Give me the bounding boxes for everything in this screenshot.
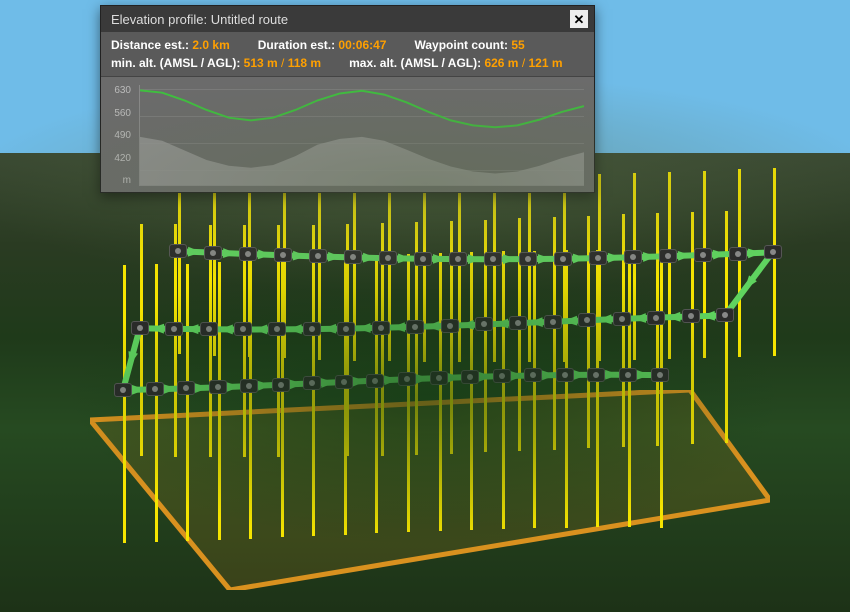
stat-duration: Duration est.: 00:06:47 [258,38,387,52]
panel-stats: Distance est.: 2.0 km Duration est.: 00:… [101,32,594,77]
stat-distance: Distance est.: 2.0 km [111,38,230,52]
stat-min-alt: min. alt. (AMSL / AGL): 513 m / 118 m [111,56,321,70]
map-3d-viewport[interactable]: Elevation profile: Untitled route ✕ Dist… [0,0,850,612]
elevation-chart: 630560490420m [101,77,594,192]
elevation-profile-panel[interactable]: Elevation profile: Untitled route ✕ Dist… [100,5,595,193]
flight-path [0,0,850,612]
chart-plot [139,85,584,186]
survey-boundary [90,390,770,590]
stat-waypoints: Waypoint count: 55 [414,38,524,52]
chart-y-axis: 630560490420m [101,85,135,186]
panel-titlebar[interactable]: Elevation profile: Untitled route ✕ [101,6,594,32]
waypoint-poles [0,0,850,612]
waypoint-markers [0,0,850,612]
panel-title: Elevation profile: Untitled route [111,12,288,27]
close-icon[interactable]: ✕ [570,10,588,28]
stat-max-alt: max. alt. (AMSL / AGL): 626 m / 121 m [349,56,562,70]
